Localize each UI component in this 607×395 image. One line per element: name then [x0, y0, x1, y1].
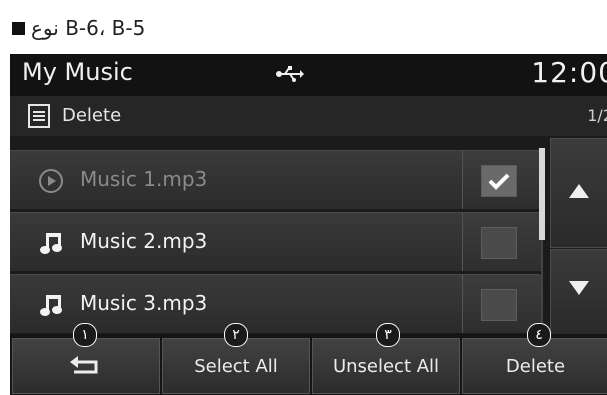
- back-arrow-icon: [70, 356, 98, 374]
- checkmark-icon: [488, 173, 510, 190]
- screen-title: My Music: [22, 58, 133, 86]
- mode-label: Delete: [62, 105, 122, 126]
- arrow-down-icon: [569, 281, 589, 295]
- arrow-up-icon: [569, 184, 589, 198]
- play-circle-icon: [39, 169, 63, 193]
- scrollbar-thumb[interactable]: [539, 148, 545, 240]
- scroll-up-button[interactable]: [550, 138, 607, 248]
- top-bar: My Music 12:00: [10, 54, 607, 96]
- clock: 12:00: [531, 56, 607, 89]
- list-icon[interactable]: [28, 104, 50, 128]
- caption-text: B-6، B-5 نوع: [31, 16, 146, 40]
- checkbox[interactable]: [481, 165, 517, 197]
- callout-badge-4: ٤: [527, 323, 551, 347]
- checkbox[interactable]: [481, 227, 517, 259]
- checkbox-cell[interactable]: [462, 213, 541, 271]
- scroll-down-button[interactable]: [550, 249, 607, 335]
- page-indicator: 1/2: [587, 106, 607, 125]
- usb-icon: [276, 66, 304, 82]
- track-name: Music 3.mp3: [80, 291, 208, 315]
- caption: B-6، B-5 نوع: [12, 14, 145, 42]
- checkbox-cell[interactable]: [462, 151, 541, 209]
- sub-header: Delete 1/2: [10, 96, 607, 136]
- square-bullet-icon: [12, 21, 25, 35]
- track-name: Music 1.mp3: [80, 167, 208, 191]
- music-note-icon: [40, 295, 62, 316]
- callout-badge-3: ٣: [376, 323, 400, 347]
- music-note-icon: [40, 233, 62, 254]
- callout-badge-2: ٢: [224, 323, 248, 347]
- music-screen: My Music 12:00 Delete 1/2 Music 1.mp3: [10, 54, 607, 395]
- track-name: Music 2.mp3: [80, 229, 208, 253]
- list-item[interactable]: Music 2.mp3: [10, 212, 541, 271]
- callout-badge-1: ١: [73, 323, 97, 347]
- checkbox[interactable]: [481, 289, 517, 321]
- bottom-toolbar: Select All Unselect All Delete: [10, 334, 607, 395]
- checkbox-cell[interactable]: [462, 275, 541, 333]
- list-item[interactable]: Music 1.mp3: [10, 150, 541, 209]
